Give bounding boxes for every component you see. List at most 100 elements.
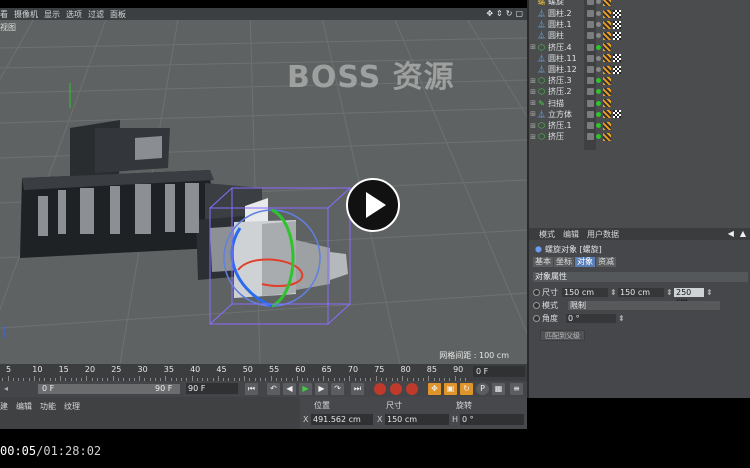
position-key-button[interactable]: ✥ [428, 383, 441, 395]
layer-icon[interactable] [587, 133, 594, 141]
tag-icon[interactable] [603, 20, 611, 29]
enabled-icon[interactable] [596, 89, 601, 95]
3d-viewport[interactable]: 看 摄像机 显示 选项 过滤 面板 ✥ ⇕ ↻ ▢ 视图 BOSS 资源 网格间… [0, 8, 527, 364]
angle-field[interactable]: 0 ° [566, 314, 616, 323]
rotation-key-button[interactable]: ↻ [460, 383, 473, 395]
object-name[interactable]: 挤压 [546, 131, 586, 142]
tag-icon[interactable] [603, 9, 611, 18]
enabled-icon[interactable] [596, 44, 601, 50]
menu-options[interactable]: 选项 [66, 9, 82, 20]
expand-toggle-icon[interactable]: ⊞ [529, 122, 537, 130]
enabled-icon[interactable] [596, 0, 601, 4]
maximize-icon[interactable]: ▢ [515, 9, 523, 18]
menu-view[interactable]: 看 [0, 9, 8, 20]
back-arrow-icon[interactable]: ◀ [728, 229, 734, 238]
object-name[interactable]: 圆柱.2 [546, 8, 586, 19]
rotate-icon[interactable]: ↻ [506, 9, 513, 18]
tab-taper[interactable]: 资减 [596, 257, 616, 267]
texture-tag-icon[interactable] [613, 9, 621, 18]
keyframe-selection-button[interactable] [406, 383, 418, 395]
tag-icon[interactable] [603, 76, 611, 85]
h-rotation-field[interactable]: 0 ° [460, 414, 524, 425]
object-name[interactable]: 挤压.3 [546, 75, 586, 86]
layer-icon[interactable] [587, 110, 594, 118]
object-name[interactable]: 扫描 [546, 98, 586, 109]
enabled-icon[interactable] [596, 22, 601, 28]
texture-tag-icon[interactable] [613, 20, 621, 29]
object-row[interactable]: ⏅ 圆柱.11 [529, 53, 750, 64]
param-key-button[interactable]: P [476, 383, 489, 395]
enabled-icon[interactable] [596, 111, 601, 117]
mat-menu-edit[interactable]: 编辑 [16, 401, 32, 412]
object-row[interactable]: ⊞ ✎ 扫描 [529, 98, 750, 109]
object-name[interactable]: 挤压.4 [546, 42, 586, 53]
tag-icon[interactable] [603, 121, 611, 130]
object-name[interactable]: 螺旋 [546, 0, 586, 7]
stepper-icon[interactable]: ⬍ [666, 288, 673, 297]
texture-tag-icon[interactable] [613, 31, 621, 40]
scale-key-button[interactable]: ▣ [444, 383, 457, 395]
attr-menu-edit[interactable]: 编辑 [563, 229, 579, 240]
enabled-icon[interactable] [596, 33, 601, 39]
object-row[interactable]: ⊞ ⬡ 挤压.2 [529, 86, 750, 97]
layer-icon[interactable] [587, 99, 594, 107]
layer-icon[interactable] [587, 32, 594, 40]
texture-tag-icon[interactable] [613, 110, 621, 119]
x-position-field[interactable]: 491.562 cm [311, 414, 373, 425]
size-anim-radio[interactable] [533, 289, 540, 296]
video-play-button[interactable] [346, 178, 400, 232]
menu-filter[interactable]: 过滤 [88, 9, 104, 20]
tag-icon[interactable] [603, 54, 611, 63]
menu-panel[interactable]: 面板 [110, 9, 126, 20]
object-row[interactable]: ⏅ 圆柱 [529, 30, 750, 41]
autokey-button[interactable] [390, 383, 402, 395]
go-to-start-button[interactable]: ⏮ [245, 383, 258, 395]
stepper-icon[interactable]: ⬍ [618, 314, 625, 323]
next-frame-button[interactable]: ▶ [315, 383, 328, 395]
enabled-icon[interactable] [596, 78, 601, 84]
tag-icon[interactable] [603, 110, 611, 119]
tag-icon[interactable] [603, 43, 611, 52]
record-button[interactable] [374, 383, 386, 395]
move-icon[interactable]: ✥ [486, 9, 493, 18]
tab-object[interactable]: 对象 [575, 257, 595, 267]
expand-toggle-icon[interactable]: ⊞ [529, 110, 537, 118]
enabled-icon[interactable] [596, 100, 601, 106]
enabled-icon[interactable] [596, 11, 601, 16]
prev-key-button[interactable]: ↶ [267, 383, 280, 395]
object-name[interactable]: 圆柱.11 [546, 53, 586, 64]
object-row[interactable]: 螺螺旋 [529, 0, 750, 7]
mat-menu-texture[interactable]: 纹理 [64, 401, 80, 412]
object-row[interactable]: ⊞ ⏅ 立方体 [529, 109, 750, 120]
object-name[interactable]: 圆柱 [546, 30, 586, 41]
mat-menu-create[interactable]: 建 [0, 401, 8, 412]
size-x-field[interactable]: 150 cm [562, 288, 608, 297]
tag-icon[interactable] [603, 87, 611, 96]
object-name[interactable]: 挤压.1 [546, 120, 586, 131]
next-key-button[interactable]: ↷ [331, 383, 344, 395]
enabled-icon[interactable] [596, 55, 601, 61]
prev-frame-button[interactable]: ◀ [283, 383, 296, 395]
mode-anim-radio[interactable] [533, 302, 540, 309]
timeline-menu-button[interactable]: ≡ [510, 383, 523, 395]
tag-icon[interactable] [603, 31, 611, 40]
stepper-icon[interactable]: ⬍ [610, 288, 617, 297]
object-row[interactable]: ⊞ ⬡ 挤压.3 [529, 75, 750, 86]
x-size-field[interactable]: 150 cm [385, 414, 449, 425]
object-name[interactable]: 立方体 [546, 109, 586, 120]
menu-display[interactable]: 显示 [44, 9, 60, 20]
stepper-icon[interactable]: ⬍ [706, 288, 713, 297]
mode-select[interactable]: 限制 [568, 301, 720, 310]
fit-to-parent-button[interactable]: 匹配到父级 [540, 330, 585, 341]
tag-icon[interactable] [603, 65, 611, 74]
zoom-icon[interactable]: ⇕ [496, 9, 503, 18]
texture-tag-icon[interactable] [613, 65, 621, 74]
range-left-arrow-icon[interactable]: ◂ [4, 384, 8, 393]
layer-icon[interactable] [587, 43, 594, 51]
object-row[interactable]: ⏅ 圆柱.1 [529, 19, 750, 30]
play-forward-button[interactable]: ▶ [299, 383, 312, 395]
attr-menu-userdata[interactable]: 用户数据 [587, 229, 619, 240]
layer-icon[interactable] [587, 54, 594, 62]
tab-basic[interactable]: 基本 [533, 257, 553, 267]
up-arrow-icon[interactable]: ▲ [740, 229, 746, 238]
